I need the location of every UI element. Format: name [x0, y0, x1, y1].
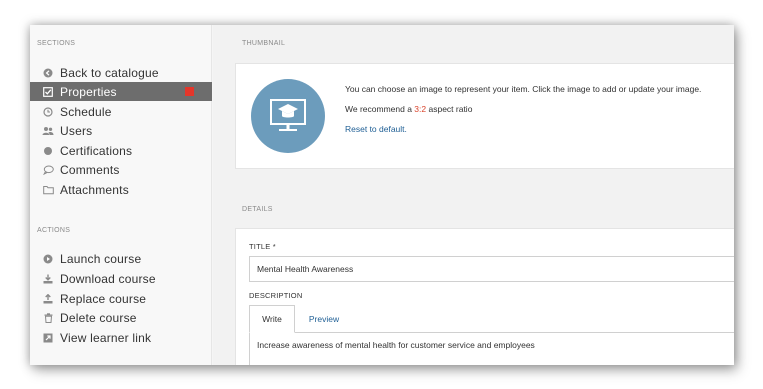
sidebar-item-attachments[interactable]: Attachments [30, 180, 212, 199]
tab-preview[interactable]: Preview [295, 305, 353, 333]
unsaved-flag-icon [185, 87, 194, 96]
sidebar-item-comments[interactable]: Comments [30, 160, 212, 179]
sidebar-item-label: Replace course [60, 291, 147, 306]
folder-icon [39, 185, 57, 195]
certificate-icon [39, 146, 57, 156]
external-link-icon [39, 333, 57, 343]
delete-course-button[interactable]: Delete course [30, 308, 212, 327]
details-card: TITLE * Mental Health Awareness DESCRIPT… [235, 228, 734, 365]
trash-icon [39, 312, 57, 323]
sidebar-item-label: Back to catalogue [60, 65, 159, 80]
sections-heading: SECTIONS [37, 40, 76, 47]
clock-icon [39, 106, 57, 117]
sidebar-item-properties[interactable]: Properties [30, 82, 212, 101]
aspect-ratio-text: We recommend a 3:2 aspect ratio [345, 104, 473, 114]
thumbnail-image[interactable] [251, 79, 325, 153]
thumbnail-heading: THUMBNAIL [242, 40, 286, 47]
sidebar-item-label: Users [60, 123, 93, 138]
sidebar-item-back-to-catalogue[interactable]: Back to catalogue [30, 63, 212, 82]
comment-icon [39, 165, 57, 175]
sidebar-item-users[interactable]: Users [30, 121, 212, 140]
sidebar-item-certifications[interactable]: Certifications [30, 141, 212, 160]
sidebar-item-label: Delete course [60, 310, 137, 325]
arrow-left-circle-icon [39, 68, 57, 78]
upload-icon [39, 293, 57, 304]
description-label: DESCRIPTION [249, 291, 303, 300]
checkbox-icon [39, 86, 57, 97]
sidebar-item-label: View learner link [60, 330, 152, 345]
sidebar-item-label: Launch course [60, 251, 142, 266]
course-monitor-icon [270, 99, 306, 131]
sidebar: SECTIONS Back to catalogue Properties Sc… [30, 25, 212, 365]
view-learner-link-button[interactable]: View learner link [30, 328, 212, 347]
users-icon [39, 126, 57, 136]
main-content: THUMBNAIL You can choose an image to rep… [213, 25, 734, 365]
actions-heading: ACTIONS [37, 227, 71, 234]
sidebar-item-label: Download course [60, 271, 156, 286]
replace-course-button[interactable]: Replace course [30, 289, 212, 308]
title-input[interactable]: Mental Health Awareness [249, 256, 734, 282]
thumbnail-help-text: You can choose an image to represent you… [345, 84, 702, 94]
sidebar-item-label: Schedule [60, 104, 112, 119]
aspect-ratio-value: 3:2 [414, 104, 427, 114]
thumbnail-card: You can choose an image to represent you… [235, 63, 734, 169]
sidebar-item-schedule[interactable]: Schedule [30, 102, 212, 121]
description-textarea[interactable]: Increase awareness of mental health for … [249, 332, 734, 365]
title-label: TITLE * [249, 242, 276, 251]
sidebar-item-label: Comments [60, 162, 120, 177]
play-circle-icon [39, 254, 57, 264]
app-frame: SECTIONS Back to catalogue Properties Sc… [30, 25, 734, 365]
reset-to-default-link[interactable]: Reset to default. [345, 124, 407, 134]
tab-write[interactable]: Write [249, 305, 295, 333]
launch-course-button[interactable]: Launch course [30, 249, 212, 268]
details-heading: DETAILS [242, 206, 273, 213]
sidebar-item-label: Certifications [60, 143, 133, 158]
download-course-button[interactable]: Download course [30, 269, 212, 288]
sidebar-item-label: Properties [60, 84, 117, 99]
thumbnail-instructions: You can choose an image to represent you… [345, 79, 701, 139]
sidebar-item-label: Attachments [60, 182, 129, 197]
download-icon [39, 274, 57, 284]
